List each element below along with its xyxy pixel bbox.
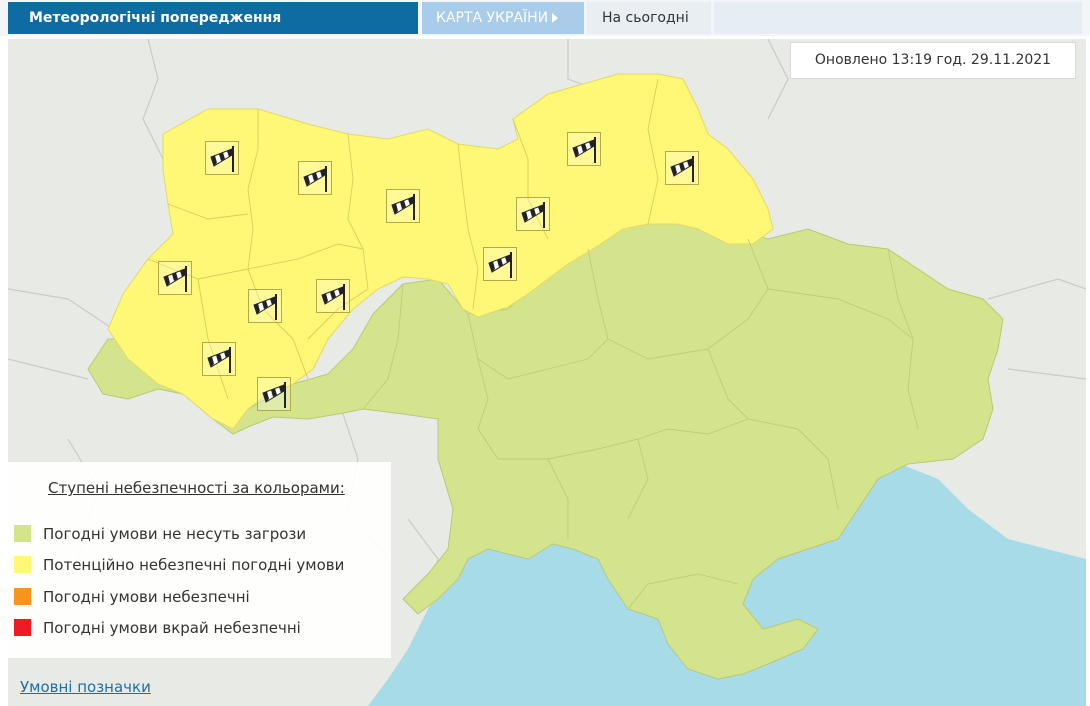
updated-timestamp: Оновлено 13:19 год. 29.11.2021 [790, 42, 1076, 79]
legend-item-safe: Погодні умови не несуть загрози [14, 524, 306, 544]
tab-ukraine-map-label: КАРТА УКРАЇНИ [436, 10, 549, 26]
legend-title: Ступені небезпечності за кольорами: [48, 479, 345, 497]
windsock-icon[interactable] [202, 342, 236, 376]
tab-meteo-warnings[interactable]: Метеорологічні попередження [8, 2, 418, 34]
legend-panel: Ступені небезпечності за кольорами: Пого… [8, 462, 391, 658]
windsock-icon[interactable] [665, 151, 699, 185]
windsock-icon[interactable] [386, 189, 420, 223]
legend-item-label: Погодні умови вкрай небезпечні [43, 619, 301, 637]
legend-item-dangerous: Погодні умови небезпечні [14, 587, 250, 607]
symbols-link[interactable]: Умовні позначки [20, 678, 151, 696]
windsock-icon[interactable] [158, 261, 192, 295]
top-tab-bar: Метеорологічні попередження КАРТА УКРАЇН… [0, 0, 1090, 36]
windsock-icon[interactable] [257, 377, 291, 411]
legend-swatch [14, 556, 31, 573]
windsock-icon[interactable] [483, 247, 517, 281]
windsock-icon[interactable] [205, 141, 239, 175]
windsock-icon[interactable] [316, 279, 350, 313]
legend-item-label: Потенційно небезпечні погодні умови [43, 556, 345, 574]
windsock-icon[interactable] [516, 197, 550, 231]
legend-item-label: Погодні умови не несуть загрози [43, 525, 307, 543]
tab-bar-filler [714, 2, 1082, 34]
legend-swatch [14, 588, 31, 605]
tab-today[interactable]: На сьогодні [587, 2, 711, 34]
windsock-icon[interactable] [567, 132, 601, 166]
windsock-icon[interactable] [248, 289, 282, 323]
tab-ukraine-map[interactable]: КАРТА УКРАЇНИ [422, 2, 584, 34]
windsock-icon[interactable] [298, 161, 332, 195]
legend-item-label: Погодні умови небезпечні [43, 588, 250, 606]
legend-item-potential: Потенційно небезпечні погодні умови [14, 555, 344, 575]
legend-item-extreme: Погодні умови вкрай небезпечні [14, 618, 301, 638]
legend-swatch [14, 525, 31, 542]
triangle-right-icon [552, 13, 559, 23]
legend-swatch [14, 619, 31, 636]
